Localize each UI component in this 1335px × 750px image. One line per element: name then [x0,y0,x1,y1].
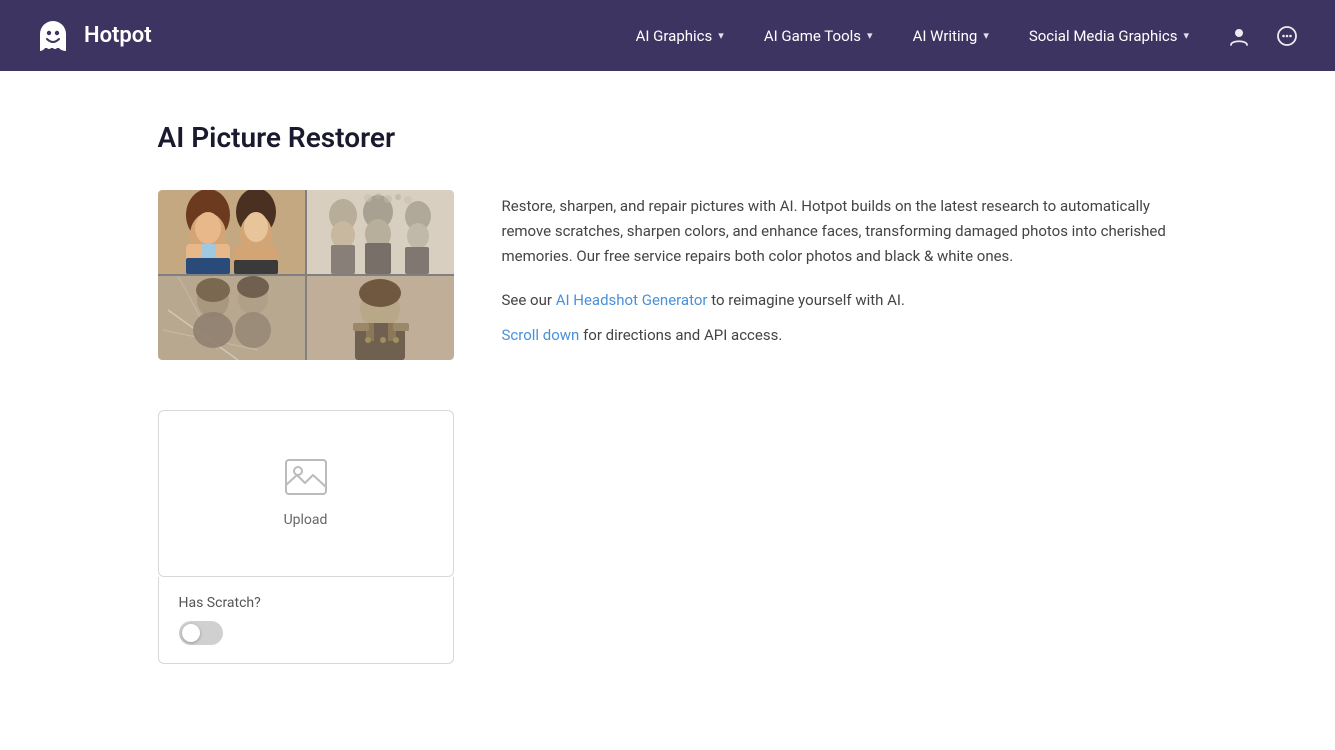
nav-ai-game-tools-label: AI Game Tools [764,27,861,45]
chevron-down-icon-3: ▾ [983,29,989,42]
image-icon [285,459,327,495]
nav-ai-game-tools[interactable]: AI Game Tools ▾ [746,19,891,53]
scroll-down-line: Scroll down for directions and API acces… [502,323,1178,348]
navbar: Hotpot AI Graphics ▾ AI Game Tools ▾ AI … [0,0,1335,71]
reimagine-text: to reimagine yourself with AI. [711,291,905,309]
chat-icon-button[interactable] [1271,20,1303,52]
nav-ai-graphics[interactable]: AI Graphics ▾ [618,19,742,53]
user-icon-button[interactable] [1223,20,1255,52]
scratch-label: Has Scratch? [179,595,433,611]
photo-collage-svg [158,190,454,360]
nav-menu: AI Graphics ▾ AI Game Tools ▾ AI Writing… [618,19,1207,53]
nav-ai-graphics-label: AI Graphics [636,27,713,45]
toggle-track [179,621,223,645]
upload-box[interactable]: Upload [158,410,454,577]
navbar-icon-group [1223,20,1303,52]
ai-headshot-generator-link[interactable]: AI Headshot Generator [556,291,708,309]
nav-social-media-graphics-label: Social Media Graphics [1029,27,1178,45]
upload-label: Upload [284,512,328,528]
nav-ai-writing-label: AI Writing [913,27,978,45]
intro-description: Restore, sharpen, and repair pictures wi… [502,194,1178,268]
main-content: AI Picture Restorer [138,71,1198,704]
brand-name: Hotpot [84,23,152,48]
scratch-section: Has Scratch? [158,577,454,664]
toggle-thumb [182,624,200,642]
hotpot-logo [32,15,74,57]
chevron-down-icon: ▾ [718,29,724,42]
chevron-down-icon-4: ▾ [1183,29,1189,42]
nav-ai-writing[interactable]: AI Writing ▾ [895,19,1007,53]
intro-section: Restore, sharpen, and repair pictures wi… [158,190,1178,360]
has-scratch-toggle[interactable] [179,621,223,645]
image-upload-icon [285,459,327,502]
user-icon [1228,25,1250,47]
photo-collage [158,190,454,360]
nav-social-media-graphics[interactable]: Social Media Graphics ▾ [1011,19,1207,53]
brand-logo-link[interactable]: Hotpot [32,15,152,57]
see-our-text: See our [502,291,552,309]
directions-text: for directions and API access. [583,326,782,344]
intro-link-line: See our AI Headshot Generator to reimagi… [502,288,1178,313]
intro-text-block: Restore, sharpen, and repair pictures wi… [502,190,1178,348]
upload-section: Upload Has Scratch? [158,410,454,664]
chat-icon [1276,25,1298,47]
scroll-down-link[interactable]: Scroll down [502,326,580,344]
chevron-down-icon-2: ▾ [867,29,873,42]
page-title: AI Picture Restorer [158,121,1178,154]
